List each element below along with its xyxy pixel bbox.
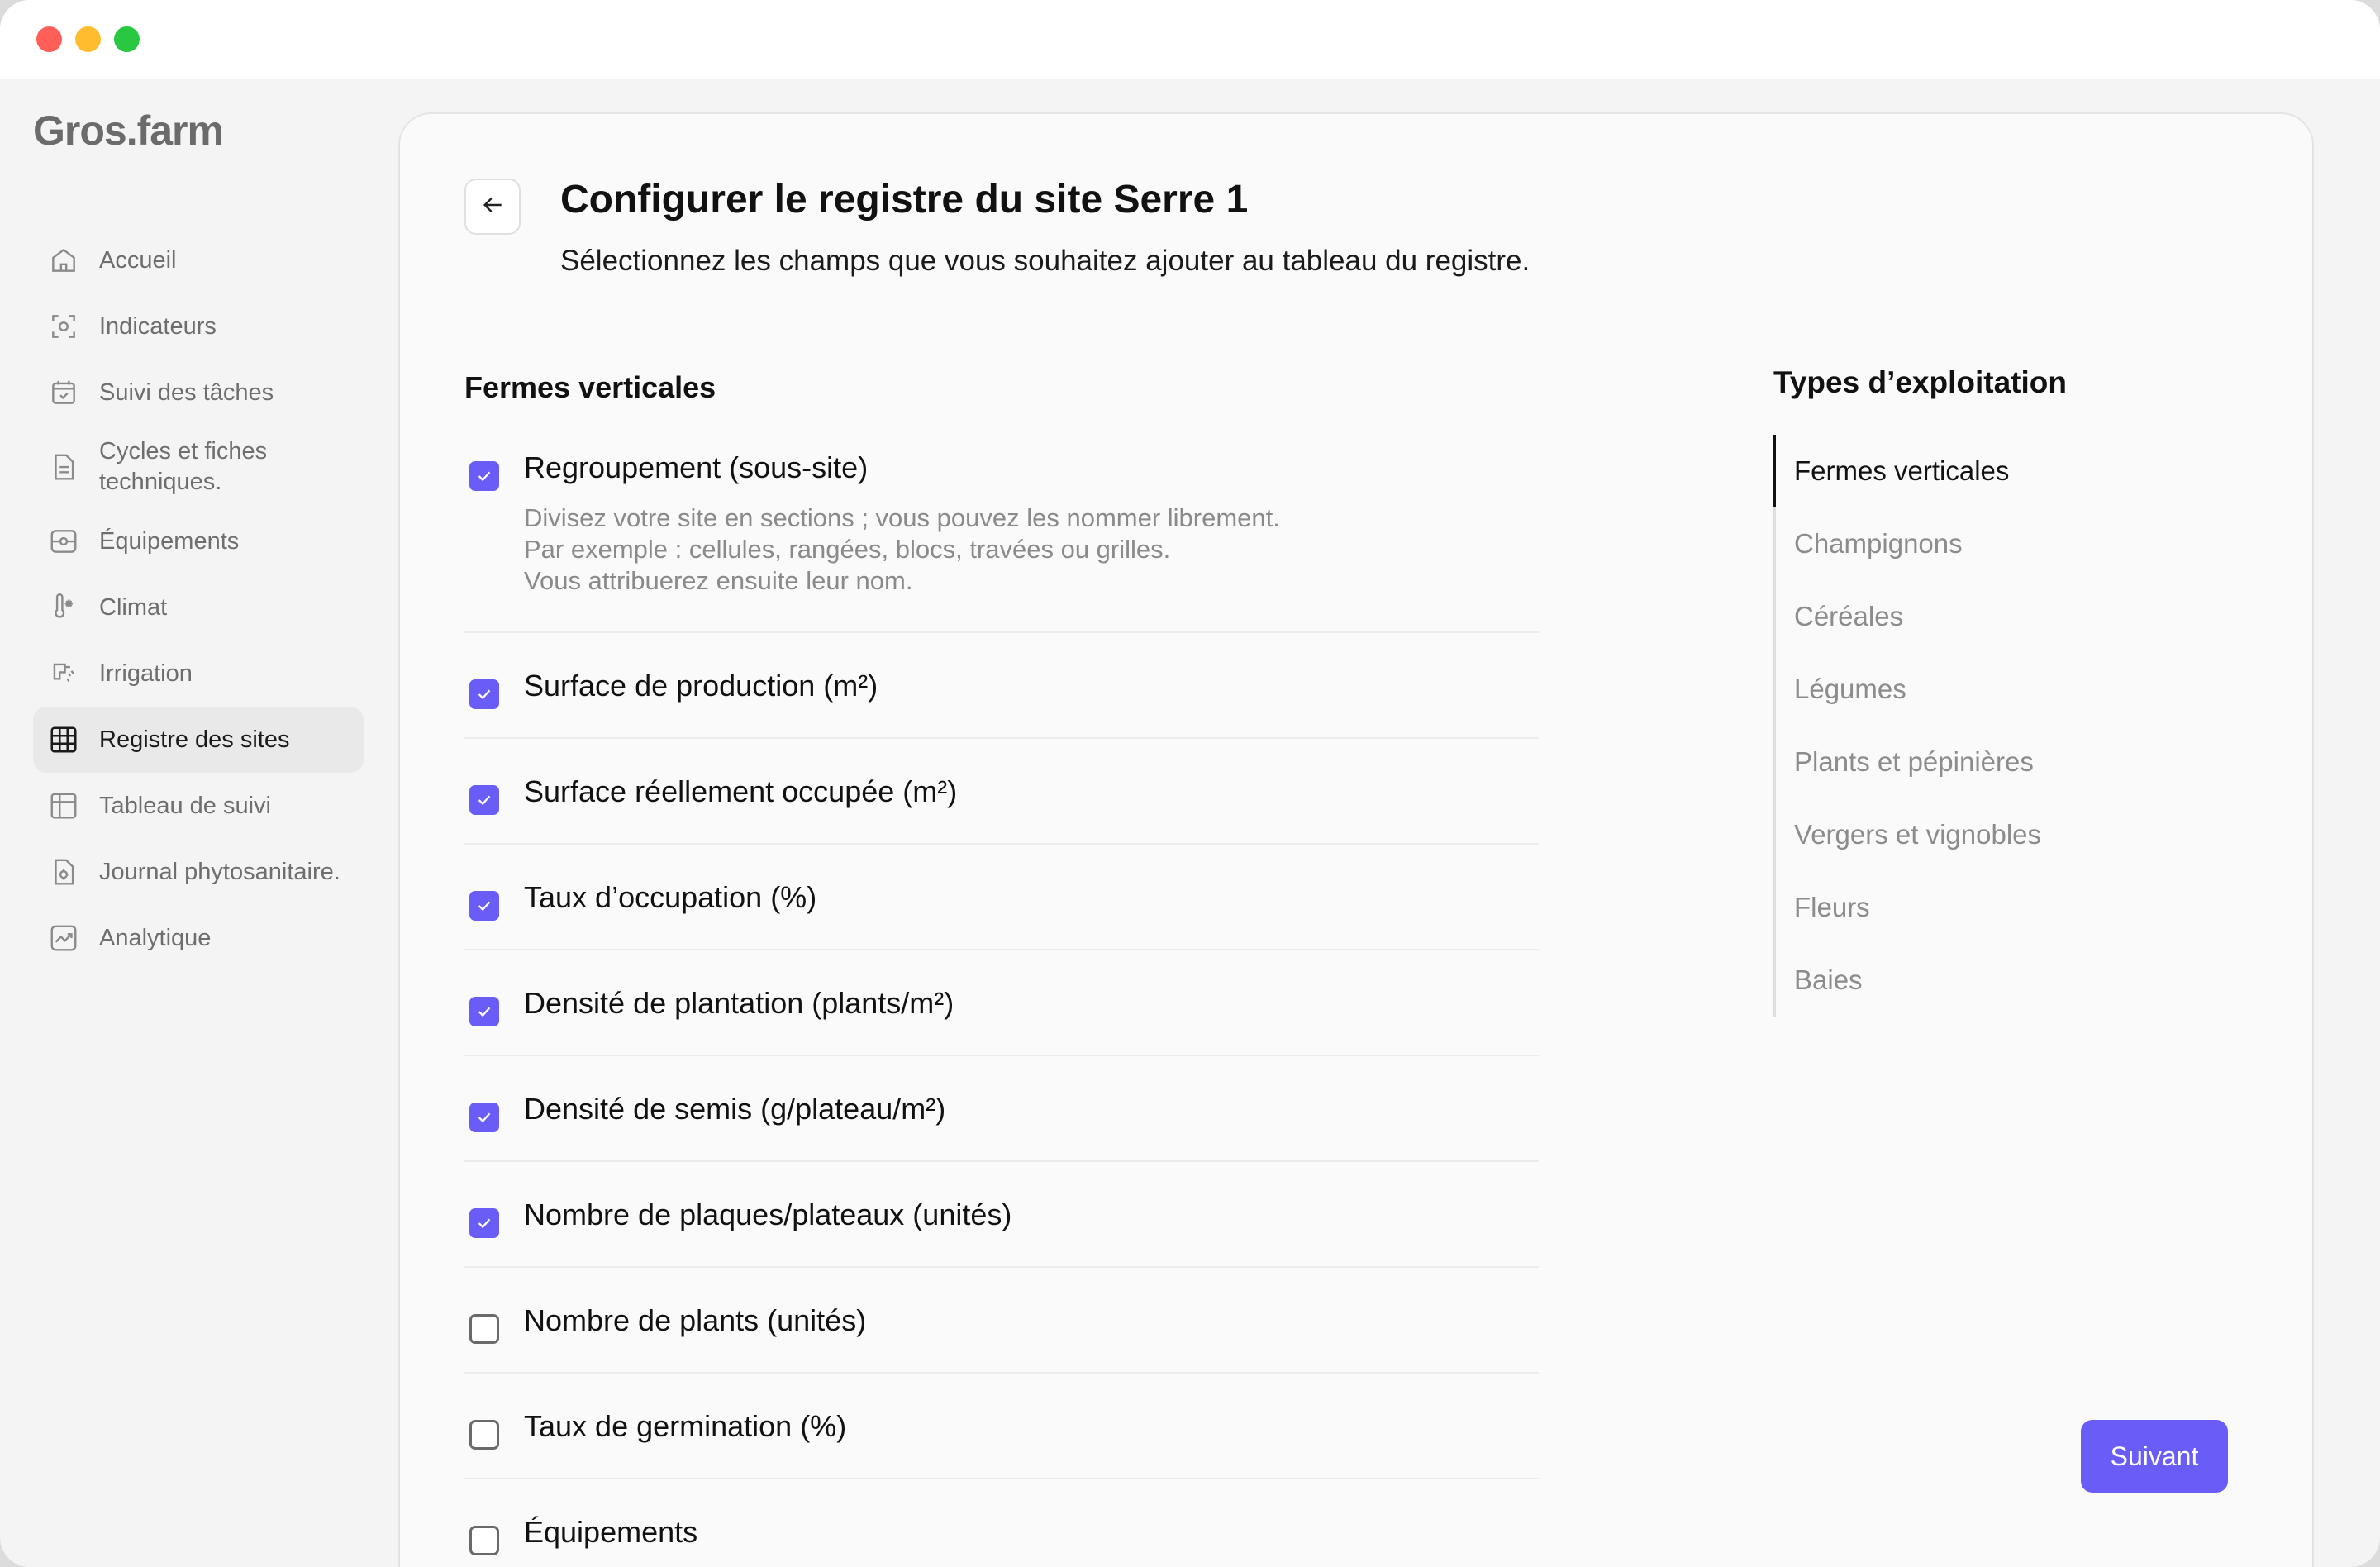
- field-row: Densité de semis (g/plateau/m²): [464, 1056, 1539, 1162]
- field-row: Équipements: [464, 1479, 1539, 1567]
- check-icon: [478, 795, 491, 806]
- sidebar-item-irrigation[interactable]: Irrigation: [33, 641, 364, 707]
- field-checkbox[interactable]: [469, 1420, 499, 1450]
- page-subtitle: Sélectionnez les champs que vous souhait…: [560, 245, 1530, 277]
- sidebar-item-label: Cycles et fiches techniques.: [99, 438, 268, 495]
- field-row: Regroupement (sous-site) Divisez votre s…: [464, 428, 1539, 633]
- sidebar-item-suivi-taches[interactable]: Suivi des tâches: [33, 360, 364, 426]
- field-row: Densité de plantation (plants/m²): [464, 950, 1539, 1056]
- app-window: Gros.farm Accueil Indicateurs Suivi des …: [0, 0, 2380, 1567]
- field-checkbox[interactable]: [469, 679, 499, 709]
- next-button[interactable]: Suivant: [2081, 1420, 2228, 1493]
- field-row: Taux d’occupation (%): [464, 845, 1539, 950]
- sidebar-item-climat[interactable]: Climat: [33, 574, 364, 641]
- type-item-cereales[interactable]: Céréales: [1776, 580, 2041, 653]
- field-label[interactable]: Densité de plantation (plants/m²): [524, 950, 1539, 1022]
- field-label[interactable]: Nombre de plants (unités): [524, 1268, 1539, 1339]
- field-label[interactable]: Taux de germination (%): [524, 1374, 1539, 1445]
- type-item-fermes-verticales[interactable]: Fermes verticales: [1773, 435, 2041, 507]
- irrigation-icon: [48, 658, 79, 689]
- chart-icon: [48, 922, 79, 954]
- sidebar-item-tableau[interactable]: Tableau de suivi: [33, 773, 364, 839]
- document-icon: [48, 451, 79, 483]
- field-checkbox[interactable]: [469, 1314, 499, 1344]
- type-item-fleurs[interactable]: Fleurs: [1776, 871, 2041, 944]
- field-list: Regroupement (sous-site) Divisez votre s…: [464, 428, 1539, 1567]
- page-title: Configurer le registre du site Serre 1: [560, 178, 1249, 221]
- indicator-icon: [48, 311, 79, 342]
- sidebar-item-label: Tableau de suivi: [99, 792, 271, 819]
- field-label[interactable]: Surface réellement occupée (m²): [524, 739, 1539, 810]
- type-item-legumes[interactable]: Légumes: [1776, 653, 2041, 726]
- types-title: Types d’exploitation: [1773, 365, 2067, 399]
- sidebar-item-label: Indicateurs: [99, 312, 217, 340]
- type-item-champignons[interactable]: Champignons: [1776, 507, 2041, 580]
- field-row: Surface de production (m²): [464, 633, 1539, 739]
- thermometer-icon: [48, 592, 79, 623]
- maximize-window-button[interactable]: [114, 26, 140, 52]
- field-label[interactable]: Densité de semis (g/plateau/m²): [524, 1056, 1539, 1127]
- sidebar-nav: Accueil Indicateurs Suivi des tâches Cyc…: [33, 227, 364, 971]
- sidebar-item-label: Irrigation: [99, 660, 193, 687]
- back-button[interactable]: [464, 179, 521, 235]
- field-label[interactable]: Équipements: [524, 1479, 1539, 1550]
- field-checkbox[interactable]: [469, 785, 499, 815]
- sidebar-item-journal[interactable]: Journal phytosanitaire.: [33, 839, 364, 905]
- sidebar-item-label: Accueil: [99, 246, 177, 274]
- sidebar-item-label: Analytique: [99, 924, 212, 951]
- check-icon: [478, 901, 491, 912]
- minimize-window-button[interactable]: [75, 26, 101, 52]
- check-icon: [478, 471, 491, 482]
- sidebar-item-indicateurs[interactable]: Indicateurs: [33, 293, 364, 360]
- field-row: Surface réellement occupée (m²): [464, 739, 1539, 845]
- check-icon: [478, 689, 491, 700]
- journal-icon: [48, 856, 79, 888]
- sidebar-item-label: Registre des sites: [99, 726, 290, 753]
- field-label[interactable]: Taux d’occupation (%): [524, 845, 1539, 916]
- sidebar: Gros.farm Accueil Indicateurs Suivi des …: [0, 79, 380, 1567]
- sidebar-item-cycles[interactable]: Cycles et fiches techniques.: [33, 426, 364, 508]
- calendar-check-icon: [48, 377, 79, 408]
- field-checkbox[interactable]: [469, 1208, 499, 1238]
- section-title: Fermes verticales: [464, 370, 716, 404]
- sidebar-item-equipements[interactable]: Équipements: [33, 508, 364, 574]
- field-label[interactable]: Surface de production (m²): [524, 633, 1539, 704]
- check-icon: [478, 1218, 491, 1229]
- sidebar-item-analytique[interactable]: Analytique: [33, 905, 364, 971]
- type-item-baies[interactable]: Baies: [1776, 944, 2041, 1017]
- field-row: Nombre de plaques/plateaux (unités): [464, 1162, 1539, 1268]
- sidebar-item-label: Suivi des tâches: [99, 379, 274, 406]
- field-description: Divisez votre site en sections ; vous po…: [524, 503, 1280, 595]
- field-row: Nombre de plants (unités): [464, 1268, 1539, 1374]
- close-window-button[interactable]: [36, 26, 62, 52]
- field-checkbox[interactable]: [469, 891, 499, 921]
- table-icon: [48, 790, 79, 822]
- field-row: Taux de germination (%): [464, 1374, 1539, 1479]
- field-label[interactable]: Regroupement (sous-site): [524, 428, 1539, 486]
- check-icon: [478, 1007, 491, 1017]
- title-bar: [0, 0, 2380, 79]
- type-item-vergers[interactable]: Vergers et vignobles: [1776, 798, 2041, 871]
- sidebar-item-label: Équipements: [99, 527, 240, 555]
- app-logo[interactable]: Gros.farm: [33, 107, 224, 155]
- field-checkbox[interactable]: [469, 1526, 499, 1555]
- home-icon: [48, 245, 79, 276]
- type-item-plants[interactable]: Plants et pépinières: [1776, 726, 2041, 798]
- types-nav: Fermes verticales Champignons Céréales L…: [1773, 435, 2041, 1017]
- sidebar-item-label: Climat: [99, 593, 168, 621]
- field-checkbox[interactable]: [469, 461, 499, 491]
- sidebar-item-label: Journal phytosanitaire.: [99, 858, 340, 885]
- field-checkbox[interactable]: [469, 1103, 499, 1132]
- check-icon: [478, 1112, 491, 1123]
- arrow-left-icon: [479, 192, 506, 222]
- field-checkbox[interactable]: [469, 997, 499, 1026]
- field-label[interactable]: Nombre de plaques/plateaux (unités): [524, 1162, 1539, 1233]
- sidebar-item-registre[interactable]: Registre des sites: [33, 707, 364, 773]
- grid-icon: [48, 724, 79, 755]
- sidebar-item-accueil[interactable]: Accueil: [33, 227, 364, 293]
- main-panel: Configurer le registre du site Serre 1 S…: [398, 112, 2314, 1567]
- equipment-icon: [48, 526, 79, 557]
